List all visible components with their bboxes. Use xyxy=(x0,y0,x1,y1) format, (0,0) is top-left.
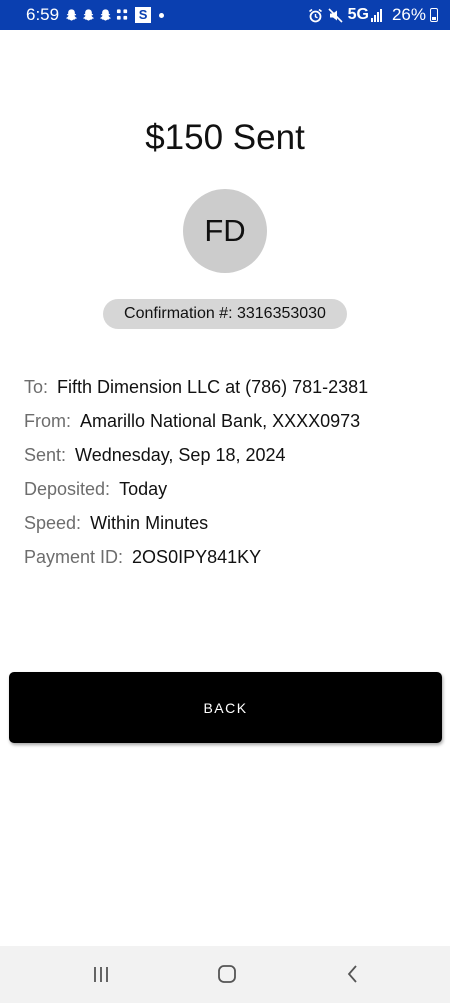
detail-value: Amarillo National Bank, XXXX0973 xyxy=(80,411,361,431)
detail-value: Wednesday, Sep 18, 2024 xyxy=(75,445,286,465)
detail-label: Deposited: xyxy=(24,479,111,499)
status-right: 5G 26% xyxy=(308,5,438,25)
battery-percent: 26% xyxy=(391,5,426,24)
snapchat-icon xyxy=(100,9,112,21)
page-title: $150 Sent xyxy=(145,118,305,157)
confirmation-badge: Confirmation #: 3316353030 xyxy=(103,299,347,329)
detail-row-sent: Sent: Wednesday, Sep 18, 2024 xyxy=(24,444,368,478)
s-app-icon: S xyxy=(135,7,152,23)
detail-value: Today xyxy=(119,479,168,499)
detail-row-payment-id: Payment ID: 2OS0IPY841KY xyxy=(24,546,368,580)
mute-icon xyxy=(328,7,343,23)
network-label: 5G xyxy=(347,6,369,23)
system-nav-bar xyxy=(0,946,450,1003)
detail-label: From: xyxy=(24,411,71,431)
signal-icon xyxy=(370,8,382,22)
confirmation-text: Confirmation #: 3316353030 xyxy=(124,305,326,322)
detail-value: 2OS0IPY841KY xyxy=(132,547,262,567)
payment-details: To: Fifth Dimension LLC at (786) 781-2381… xyxy=(24,376,368,580)
avatar: FD xyxy=(183,189,267,273)
snapchat-icon xyxy=(83,9,95,21)
detail-label: Speed: xyxy=(24,513,82,533)
status-left: 6:59 S xyxy=(26,5,165,25)
recent-apps-icon[interactable] xyxy=(86,962,116,986)
alarm-icon xyxy=(308,8,322,22)
more-dot-icon xyxy=(159,12,165,18)
back-nav-icon[interactable] xyxy=(338,962,368,986)
home-icon[interactable] xyxy=(212,962,242,986)
detail-row-from: From: Amarillo National Bank, XXXX0973 xyxy=(24,410,368,444)
detail-label: Sent: xyxy=(24,445,67,465)
detail-row-deposited: Deposited: Today xyxy=(24,478,368,512)
battery-icon xyxy=(430,8,438,22)
back-button[interactable]: BACK xyxy=(9,672,442,743)
status-bar: 6:59 S 5G 26% xyxy=(0,0,450,30)
detail-row-to: To: Fifth Dimension LLC at (786) 781-2381 xyxy=(24,376,368,410)
detail-row-speed: Speed: Within Minutes xyxy=(24,512,368,546)
detail-label: Payment ID: xyxy=(24,547,124,567)
detail-label: To: xyxy=(24,377,49,397)
slack-icon xyxy=(117,9,128,20)
detail-value: Fifth Dimension LLC at (786) 781-2381 xyxy=(57,377,369,397)
detail-value: Within Minutes xyxy=(90,513,209,533)
snapchat-icon xyxy=(66,9,78,21)
status-time: 6:59 xyxy=(26,5,60,24)
